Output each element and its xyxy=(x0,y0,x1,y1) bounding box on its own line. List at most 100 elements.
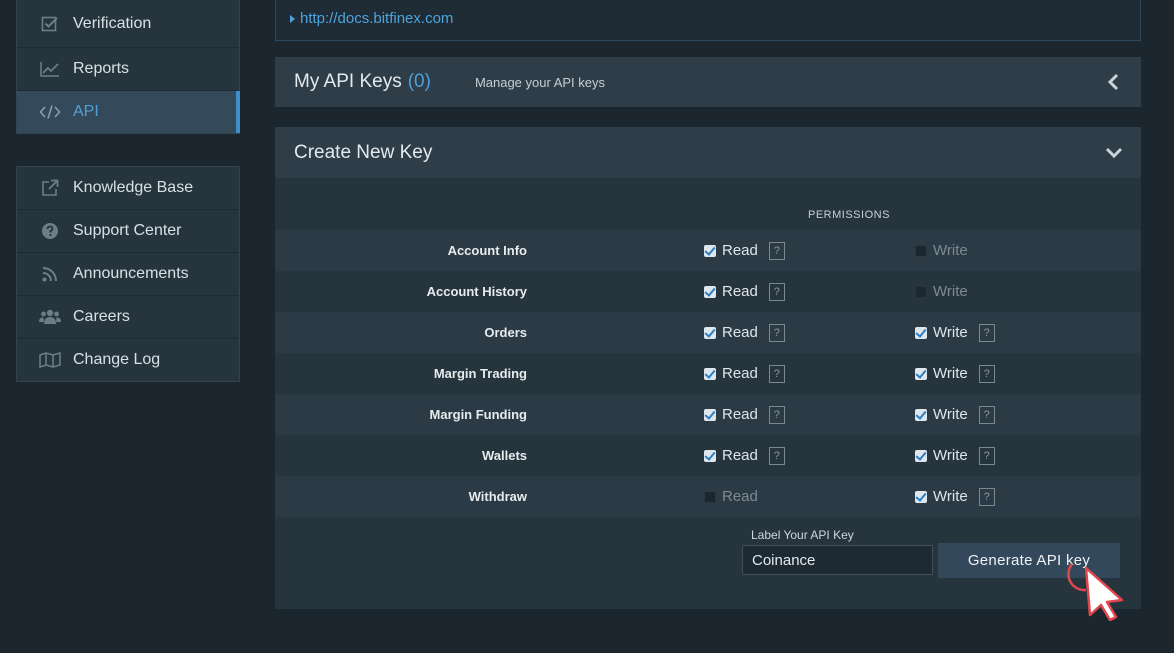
sidebar-item-reports[interactable]: Reports xyxy=(17,48,239,91)
read-label: Read xyxy=(722,488,758,505)
sidebar-item-label: Announcements xyxy=(73,265,189,282)
permission-label: Margin Trading xyxy=(433,366,527,381)
write-checkbox[interactable] xyxy=(915,449,927,462)
checkbox-icon xyxy=(39,15,61,33)
help-icon[interactable]: ? xyxy=(768,241,785,260)
help-icon[interactable]: ? xyxy=(768,364,785,383)
permission-label: Account History xyxy=(426,284,527,299)
sidebar-item-label: Change Log xyxy=(73,351,161,368)
write-permission: Write xyxy=(915,242,968,259)
write-label: Write xyxy=(933,406,968,423)
mouse-cursor-icon xyxy=(1067,563,1124,622)
sidebar-item-knowledge-base[interactable]: Knowledge Base xyxy=(17,167,239,210)
help-icon[interactable]: ? xyxy=(768,405,785,424)
sidebar-item-label: Knowledge Base xyxy=(73,179,194,196)
read-permission: Read? xyxy=(704,241,785,260)
permission-row: Orders Read? Write? xyxy=(275,312,1141,353)
sidebar-item-label: Support Center xyxy=(73,222,182,239)
sidebar-help-nav: Knowledge Base Support Center Announceme… xyxy=(16,166,240,382)
read-label: Read xyxy=(722,242,758,259)
help-icon[interactable]: ? xyxy=(768,323,785,342)
write-label: Write xyxy=(933,365,968,382)
docs-link[interactable]: http://docs.bitfinex.com xyxy=(290,10,453,27)
help-icon[interactable]: ? xyxy=(768,446,785,465)
create-new-key-header[interactable]: Create New Key xyxy=(275,127,1141,178)
create-new-key-title: Create New Key xyxy=(294,141,433,163)
api-key-label-input[interactable] xyxy=(742,545,933,575)
write-checkbox[interactable] xyxy=(915,408,927,421)
permission-label: Orders xyxy=(484,325,527,340)
create-new-key-body: PERMISSIONS Account Info Read? Write Accoun… xyxy=(275,178,1141,609)
read-checkbox[interactable] xyxy=(704,244,716,257)
write-checkbox[interactable] xyxy=(915,244,927,257)
permission-row: Account History Read? Write xyxy=(275,271,1141,312)
map-icon xyxy=(39,351,61,369)
help-icon[interactable]: ? xyxy=(768,282,785,301)
help-icon[interactable]: ? xyxy=(978,323,995,342)
permission-label: Withdraw xyxy=(468,489,527,504)
sidebar-item-label: Careers xyxy=(73,308,130,325)
help-icon[interactable]: ? xyxy=(978,405,995,424)
my-api-keys-header[interactable]: My API Keys (0) Manage your API keys xyxy=(275,57,1141,107)
my-api-keys-title: My API Keys (0) xyxy=(294,71,431,93)
read-checkbox[interactable] xyxy=(704,367,716,380)
help-icon[interactable]: ? xyxy=(978,364,995,383)
read-permission: Read? xyxy=(704,323,785,342)
read-label: Read xyxy=(722,365,758,382)
permission-label: Wallets xyxy=(481,448,527,463)
read-label: Read xyxy=(722,406,758,423)
api-key-count: (0) xyxy=(407,71,431,92)
docs-link-text[interactable]: http://docs.bitfinex.com xyxy=(300,10,453,27)
read-checkbox[interactable] xyxy=(704,285,716,298)
sidebar-item-api[interactable]: API xyxy=(17,91,240,133)
question-circle-icon xyxy=(39,222,61,240)
read-checkbox[interactable] xyxy=(704,326,716,339)
rss-icon xyxy=(39,265,61,283)
chevron-left-icon[interactable] xyxy=(1105,73,1123,91)
write-permission: Write? xyxy=(915,487,995,506)
read-permission: Read xyxy=(704,488,758,505)
permissions-header: PERMISSIONS xyxy=(808,209,890,221)
permissions-header-text: PERMISSIONS xyxy=(808,209,890,221)
read-permission: Read? xyxy=(704,405,785,424)
read-checkbox[interactable] xyxy=(704,408,716,421)
sidebar-item-change-log[interactable]: Change Log xyxy=(17,339,239,381)
help-icon[interactable]: ? xyxy=(978,446,995,465)
write-label: Write xyxy=(933,242,968,259)
docs-box: http://docs.bitfinex.com xyxy=(275,0,1141,41)
write-checkbox[interactable] xyxy=(915,326,927,339)
read-checkbox[interactable] xyxy=(704,490,716,503)
sidebar-item-careers[interactable]: Careers xyxy=(17,296,239,339)
sidebar-item-announcements[interactable]: Announcements xyxy=(17,253,239,296)
chevron-down-icon[interactable] xyxy=(1105,144,1123,162)
write-checkbox[interactable] xyxy=(915,490,927,503)
write-checkbox[interactable] xyxy=(915,367,927,380)
permission-row: Margin Funding Read? Write? xyxy=(275,394,1141,435)
sidebar-account-nav: Verification Reports API xyxy=(16,0,240,134)
sidebar-item-label: Verification xyxy=(73,15,152,32)
my-api-keys-subtitle: Manage your API keys xyxy=(474,74,606,90)
sidebar-item-support-center[interactable]: Support Center xyxy=(17,210,239,253)
write-permission: Write? xyxy=(915,364,995,383)
users-icon xyxy=(39,308,61,326)
sidebar-item-verification[interactable]: Verification xyxy=(17,0,239,48)
write-permission: Write? xyxy=(915,446,995,465)
help-icon[interactable]: ? xyxy=(978,487,995,506)
label-caption: Label Your API Key xyxy=(751,528,854,542)
read-permission: Read? xyxy=(704,282,785,301)
permission-row: Wallets Read? Write? xyxy=(275,435,1141,476)
sidebar-item-label: Reports xyxy=(73,60,130,77)
write-permission: Write xyxy=(915,283,968,300)
write-label: Write xyxy=(933,447,968,464)
read-label: Read xyxy=(722,447,758,464)
write-label: Write xyxy=(933,488,968,505)
sidebar-item-label: API xyxy=(73,103,99,120)
write-label: Write xyxy=(933,283,968,300)
permission-label: Margin Funding xyxy=(429,407,527,422)
write-checkbox[interactable] xyxy=(915,285,927,298)
code-icon xyxy=(39,103,61,121)
read-permission: Read? xyxy=(704,446,785,465)
caret-right-icon xyxy=(290,14,295,23)
my-api-keys-title-text: My API Keys xyxy=(294,71,402,92)
read-checkbox[interactable] xyxy=(704,449,716,462)
